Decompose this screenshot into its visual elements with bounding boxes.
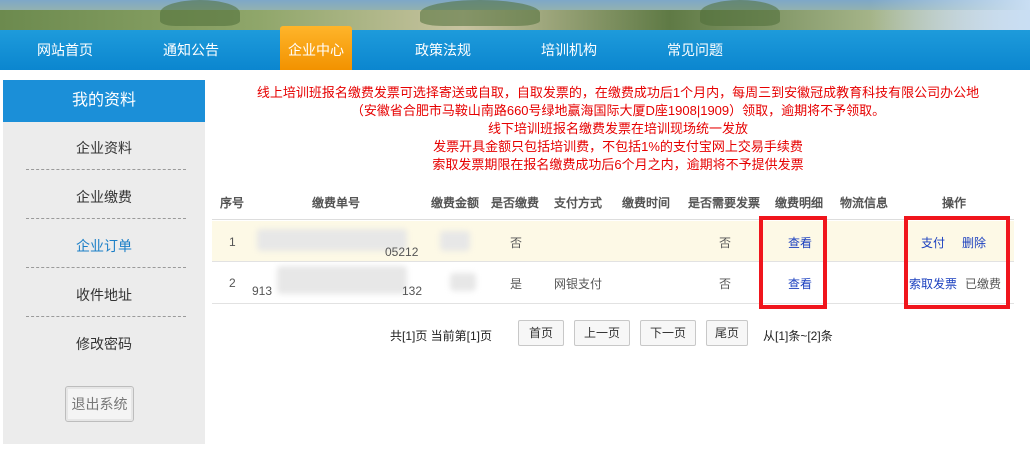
- invoice-notice: 线上培训班报名缴费发票可选择寄送或自取，自取发票的，在缴费成功后1个月内，每周三…: [210, 84, 1026, 174]
- sidebar-divider: [26, 169, 186, 170]
- table-header: 序号 缴费单号 缴费金额 是否缴费 支付方式 缴费时间 是否需要发票 缴费明细 …: [212, 190, 1014, 220]
- sidebar-item-change-password[interactable]: 修改密码: [3, 334, 205, 354]
- nav-policies[interactable]: 政策法规: [398, 30, 488, 70]
- redacted-amount: [440, 231, 470, 251]
- col-order-no: 缴费单号: [312, 196, 361, 210]
- need-invoice: 否: [719, 236, 732, 250]
- sidebar-item-company-info[interactable]: 企业资料: [3, 138, 205, 158]
- record-range: 从[1]条~[2]条: [763, 329, 833, 343]
- notice-line: 线上培训班报名缴费发票可选择寄送或自取，自取发票的，在缴费成功后1个月内，每周三…: [256, 85, 980, 100]
- redacted-order-no: [277, 266, 407, 294]
- table-row: 1 05212 否 否 查看 支付 删除: [212, 221, 1014, 262]
- nav-training-orgs[interactable]: 培训机构: [524, 30, 614, 70]
- main-nav: 网站首页 通知公告 企业中心 政策法规 培训机构 常见问题: [0, 26, 1030, 70]
- notice-line: （安徽省合肥市马鞍山南路660号绿地赢海国际大厦D座1908|1909）领取，逾…: [350, 103, 886, 118]
- first-page-button[interactable]: 首页: [518, 320, 564, 346]
- highlight-box-actions: [904, 216, 1010, 309]
- highlight-box-detail: [759, 216, 827, 309]
- sidebar-divider: [26, 267, 186, 268]
- col-amount: 缴费金额: [431, 196, 480, 210]
- col-paid: 是否缴费: [491, 196, 540, 210]
- nav-home[interactable]: 网站首页: [20, 30, 110, 70]
- next-page-button[interactable]: 下一页: [640, 320, 696, 346]
- col-logistics: 物流信息: [840, 196, 889, 210]
- notice-line: 索取发票期限在报名缴费成功后6个月之内，逾期将不予提供发票: [432, 157, 804, 172]
- sidebar-item-company-payment[interactable]: 企业缴费: [3, 187, 205, 207]
- sidebar-divider: [26, 218, 186, 219]
- row-index: 1: [229, 235, 236, 249]
- col-index: 序号: [220, 196, 245, 210]
- sidebar: 我的资料 企业资料 企业缴费 企业订单 收件地址 修改密码 退出系统: [3, 80, 205, 444]
- sidebar-item-company-orders[interactable]: 企业订单: [3, 236, 205, 256]
- col-actions: 操作: [942, 196, 967, 210]
- header-banner: [0, 0, 1030, 30]
- sidebar-divider: [26, 316, 186, 317]
- sidebar-item-shipping-address[interactable]: 收件地址: [3, 285, 205, 305]
- last-page-button[interactable]: 尾页: [706, 320, 748, 346]
- pay-method: 网银支付: [554, 277, 603, 291]
- table-row: 2 913 132 是 网银支付 否 查看 索取发票 已缴费: [212, 263, 1014, 304]
- col-pay-time: 缴费时间: [622, 196, 671, 210]
- logout-button[interactable]: 退出系统: [65, 386, 134, 422]
- nav-enterprise-center[interactable]: 企业中心: [280, 26, 352, 70]
- order-no-suffix: 05212: [385, 245, 419, 259]
- col-detail: 缴费明细: [775, 196, 824, 210]
- order-no-prefix: 913: [252, 284, 273, 298]
- need-invoice: 否: [719, 277, 732, 291]
- notice-line: 发票开具金额只包括培训费，不包括1%的支付宝网上交易手续费: [433, 139, 803, 154]
- prev-page-button[interactable]: 上一页: [574, 320, 630, 346]
- sidebar-title: 我的资料: [3, 80, 205, 122]
- paid-status: 否: [510, 236, 523, 250]
- nav-notices[interactable]: 通知公告: [146, 30, 236, 70]
- redacted-amount: [450, 273, 476, 291]
- nav-faq[interactable]: 常见问题: [650, 30, 740, 70]
- row-index: 2: [229, 276, 236, 290]
- paid-status: 是: [510, 277, 523, 291]
- order-no-suffix: 132: [402, 284, 423, 298]
- page-summary: 共[1]页 当前第[1]页: [390, 329, 493, 343]
- col-pay-method: 支付方式: [554, 196, 603, 210]
- col-need-invoice: 是否需要发票: [688, 196, 761, 210]
- notice-line: 线下培训班报名缴费发票在培训现场统一发放: [487, 121, 748, 136]
